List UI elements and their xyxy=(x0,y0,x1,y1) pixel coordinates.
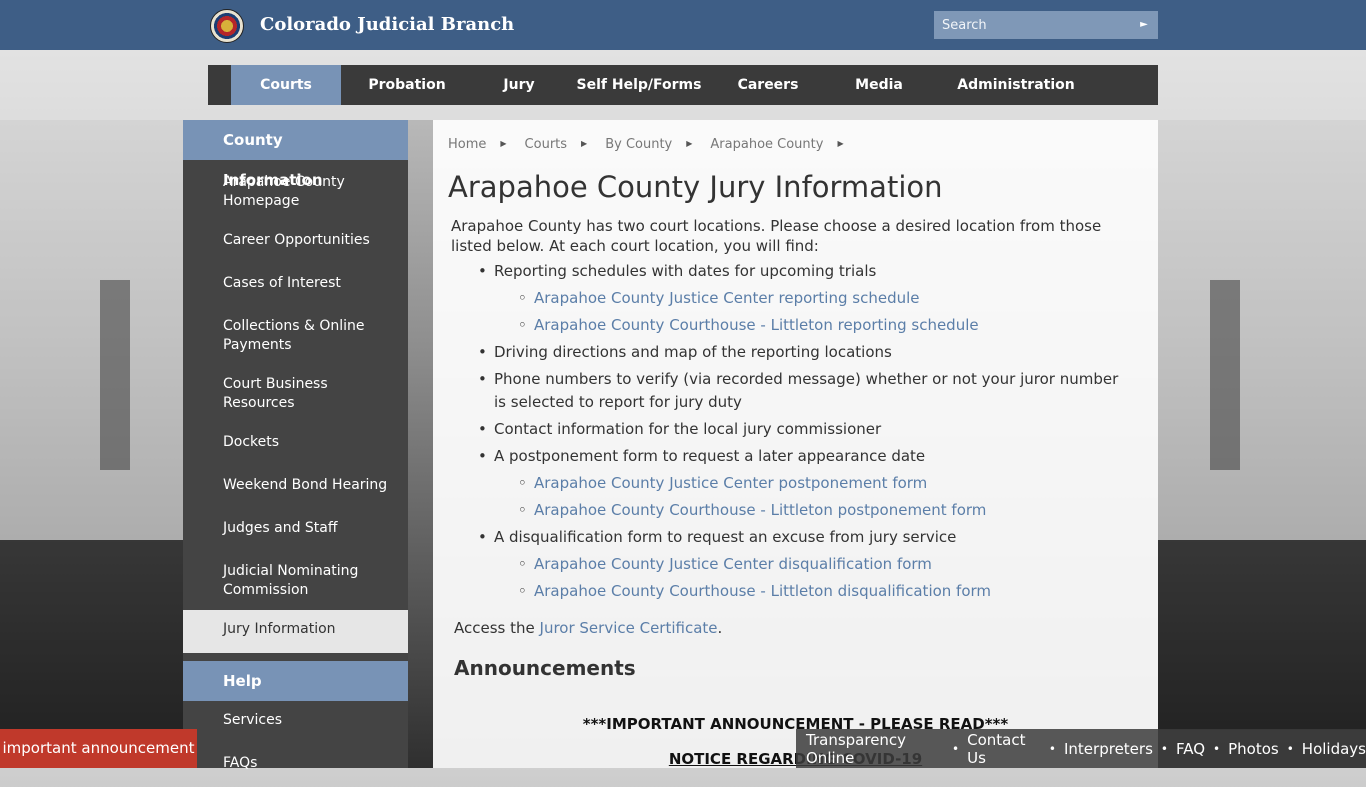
list-item: A disqualification form to request an ex… xyxy=(478,526,1134,549)
footer-link-faq[interactable]: FAQ xyxy=(1176,740,1205,758)
sidebar-item-court-business-resources[interactable]: Court Business Resources xyxy=(183,365,408,423)
sidebar-item-jury-information[interactable]: Jury Information xyxy=(183,610,408,653)
sidebar-item-cases-of-interest[interactable]: Cases of Interest xyxy=(183,264,408,307)
sidebar: County Information Arapahoe County Homep… xyxy=(183,120,408,771)
list-item: Phone numbers to verify (via recorded me… xyxy=(478,368,1134,414)
footer-link-photos[interactable]: Photos xyxy=(1228,740,1279,758)
search-box: ► xyxy=(934,11,1158,39)
breadcrumb-home[interactable]: Home xyxy=(448,137,486,152)
nav-media[interactable]: Media xyxy=(823,65,935,105)
separator-dot: • xyxy=(1048,741,1056,756)
info-list: Reporting schedules with dates for upcom… xyxy=(478,260,1134,607)
breadcrumb-arrow-icon: ▶ xyxy=(581,139,588,148)
link-justice-center-disqualification-form[interactable]: Arapahoe County Justice Center disqualif… xyxy=(518,553,1134,576)
breadcrumb-arrow-icon: ▶ xyxy=(837,139,844,148)
breadcrumb: Home ▶ Courts ▶ By County ▶ Arapahoe Cou… xyxy=(448,137,862,152)
nav-probation[interactable]: Probation xyxy=(341,65,473,105)
link-littleton-disqualification-form[interactable]: Arapahoe County Courthouse - Littleton d… xyxy=(518,580,1134,603)
page-title: Arapahoe County Jury Information xyxy=(448,170,943,204)
separator-dot: • xyxy=(1286,741,1294,756)
main-content: Home ▶ Courts ▶ By County ▶ Arapahoe Cou… xyxy=(433,120,1158,768)
breadcrumb-by-county[interactable]: By County xyxy=(605,137,672,152)
sidebar-item-judicial-nominating-commission[interactable]: Judicial Nominating Commission xyxy=(183,552,408,610)
sidebar-section-county-information[interactable]: County Information xyxy=(183,120,408,189)
nav-administration[interactable]: Administration xyxy=(935,65,1097,105)
footer-links: Transparency Online • Contact Us • Inter… xyxy=(796,729,1366,768)
nav-courts[interactable]: Courts xyxy=(231,65,341,105)
footer-link-contact-us[interactable]: Contact Us xyxy=(967,731,1041,767)
list-item: Reporting schedules with dates for upcom… xyxy=(478,260,1134,283)
sidebar-item-judges-and-staff[interactable]: Judges and Staff xyxy=(183,509,408,552)
list-item: A postponement form to request a later a… xyxy=(478,445,1134,468)
sidebar-item-services[interactable]: Services xyxy=(183,701,408,744)
sidebar-item-collections-online-payments[interactable]: Collections & Online Payments xyxy=(183,307,408,365)
juror-service-certificate-link[interactable]: Juror Service Certificate xyxy=(540,619,718,637)
separator-dot: • xyxy=(1213,741,1221,756)
access-certificate-line: Access the Juror Service Certificate. xyxy=(454,619,722,637)
separator-dot: • xyxy=(1160,741,1168,756)
breadcrumb-arrow-icon: ▶ xyxy=(686,139,693,148)
footer-link-transparency-online[interactable]: Transparency Online xyxy=(806,731,944,767)
intro-paragraph: Arapahoe County has two court locations.… xyxy=(451,217,1102,255)
link-justice-center-postponement-form[interactable]: Arapahoe County Justice Center postponem… xyxy=(518,472,1134,495)
sidebar-item-weekend-bond-hearing[interactable]: Weekend Bond Hearing xyxy=(183,466,408,509)
breadcrumb-arrow-icon: ▶ xyxy=(500,139,507,148)
announcements-heading: Announcements xyxy=(454,656,636,680)
sidebar-item-dockets[interactable]: Dockets xyxy=(183,423,408,466)
sidebar-item-career-opportunities[interactable]: Career Opportunities xyxy=(183,221,408,264)
nav-careers[interactable]: Careers xyxy=(713,65,823,105)
sidebar-section-help[interactable]: Help xyxy=(183,661,408,701)
site-title[interactable]: Colorado Judicial Branch xyxy=(260,14,514,35)
link-littleton-reporting-schedule[interactable]: Arapahoe County Courthouse - Littleton r… xyxy=(518,314,1134,337)
list-item: Contact information for the local jury c… xyxy=(478,418,1134,441)
colorado-seal-logo[interactable] xyxy=(210,9,244,43)
list-item: Driving directions and map of the report… xyxy=(478,341,1134,364)
search-arrow-icon[interactable]: ► xyxy=(1138,18,1150,32)
access-suffix: . xyxy=(717,619,723,637)
important-announcement-tab[interactable]: important announcement xyxy=(0,729,197,768)
top-bar: Colorado Judicial Branch ► xyxy=(0,0,1366,50)
nav-jury[interactable]: Jury xyxy=(473,65,565,105)
sidebar-item-faqs[interactable]: FAQs xyxy=(183,744,408,787)
main-nav: Courts Probation Jury Self Help/Forms Ca… xyxy=(208,65,1158,105)
footer-link-holidays[interactable]: Holidays xyxy=(1302,740,1366,758)
breadcrumb-arapahoe-county[interactable]: Arapahoe County xyxy=(710,137,823,152)
breadcrumb-courts[interactable]: Courts xyxy=(525,137,568,152)
nav-self-help-forms[interactable]: Self Help/Forms xyxy=(565,65,713,105)
link-littleton-postponement-form[interactable]: Arapahoe County Courthouse - Littleton p… xyxy=(518,499,1134,522)
footer-link-interpreters[interactable]: Interpreters xyxy=(1064,740,1153,758)
link-justice-center-reporting-schedule[interactable]: Arapahoe County Justice Center reporting… xyxy=(518,287,1134,310)
separator-dot: • xyxy=(952,741,960,756)
access-prefix: Access the xyxy=(454,619,540,637)
search-input[interactable] xyxy=(934,11,1134,39)
